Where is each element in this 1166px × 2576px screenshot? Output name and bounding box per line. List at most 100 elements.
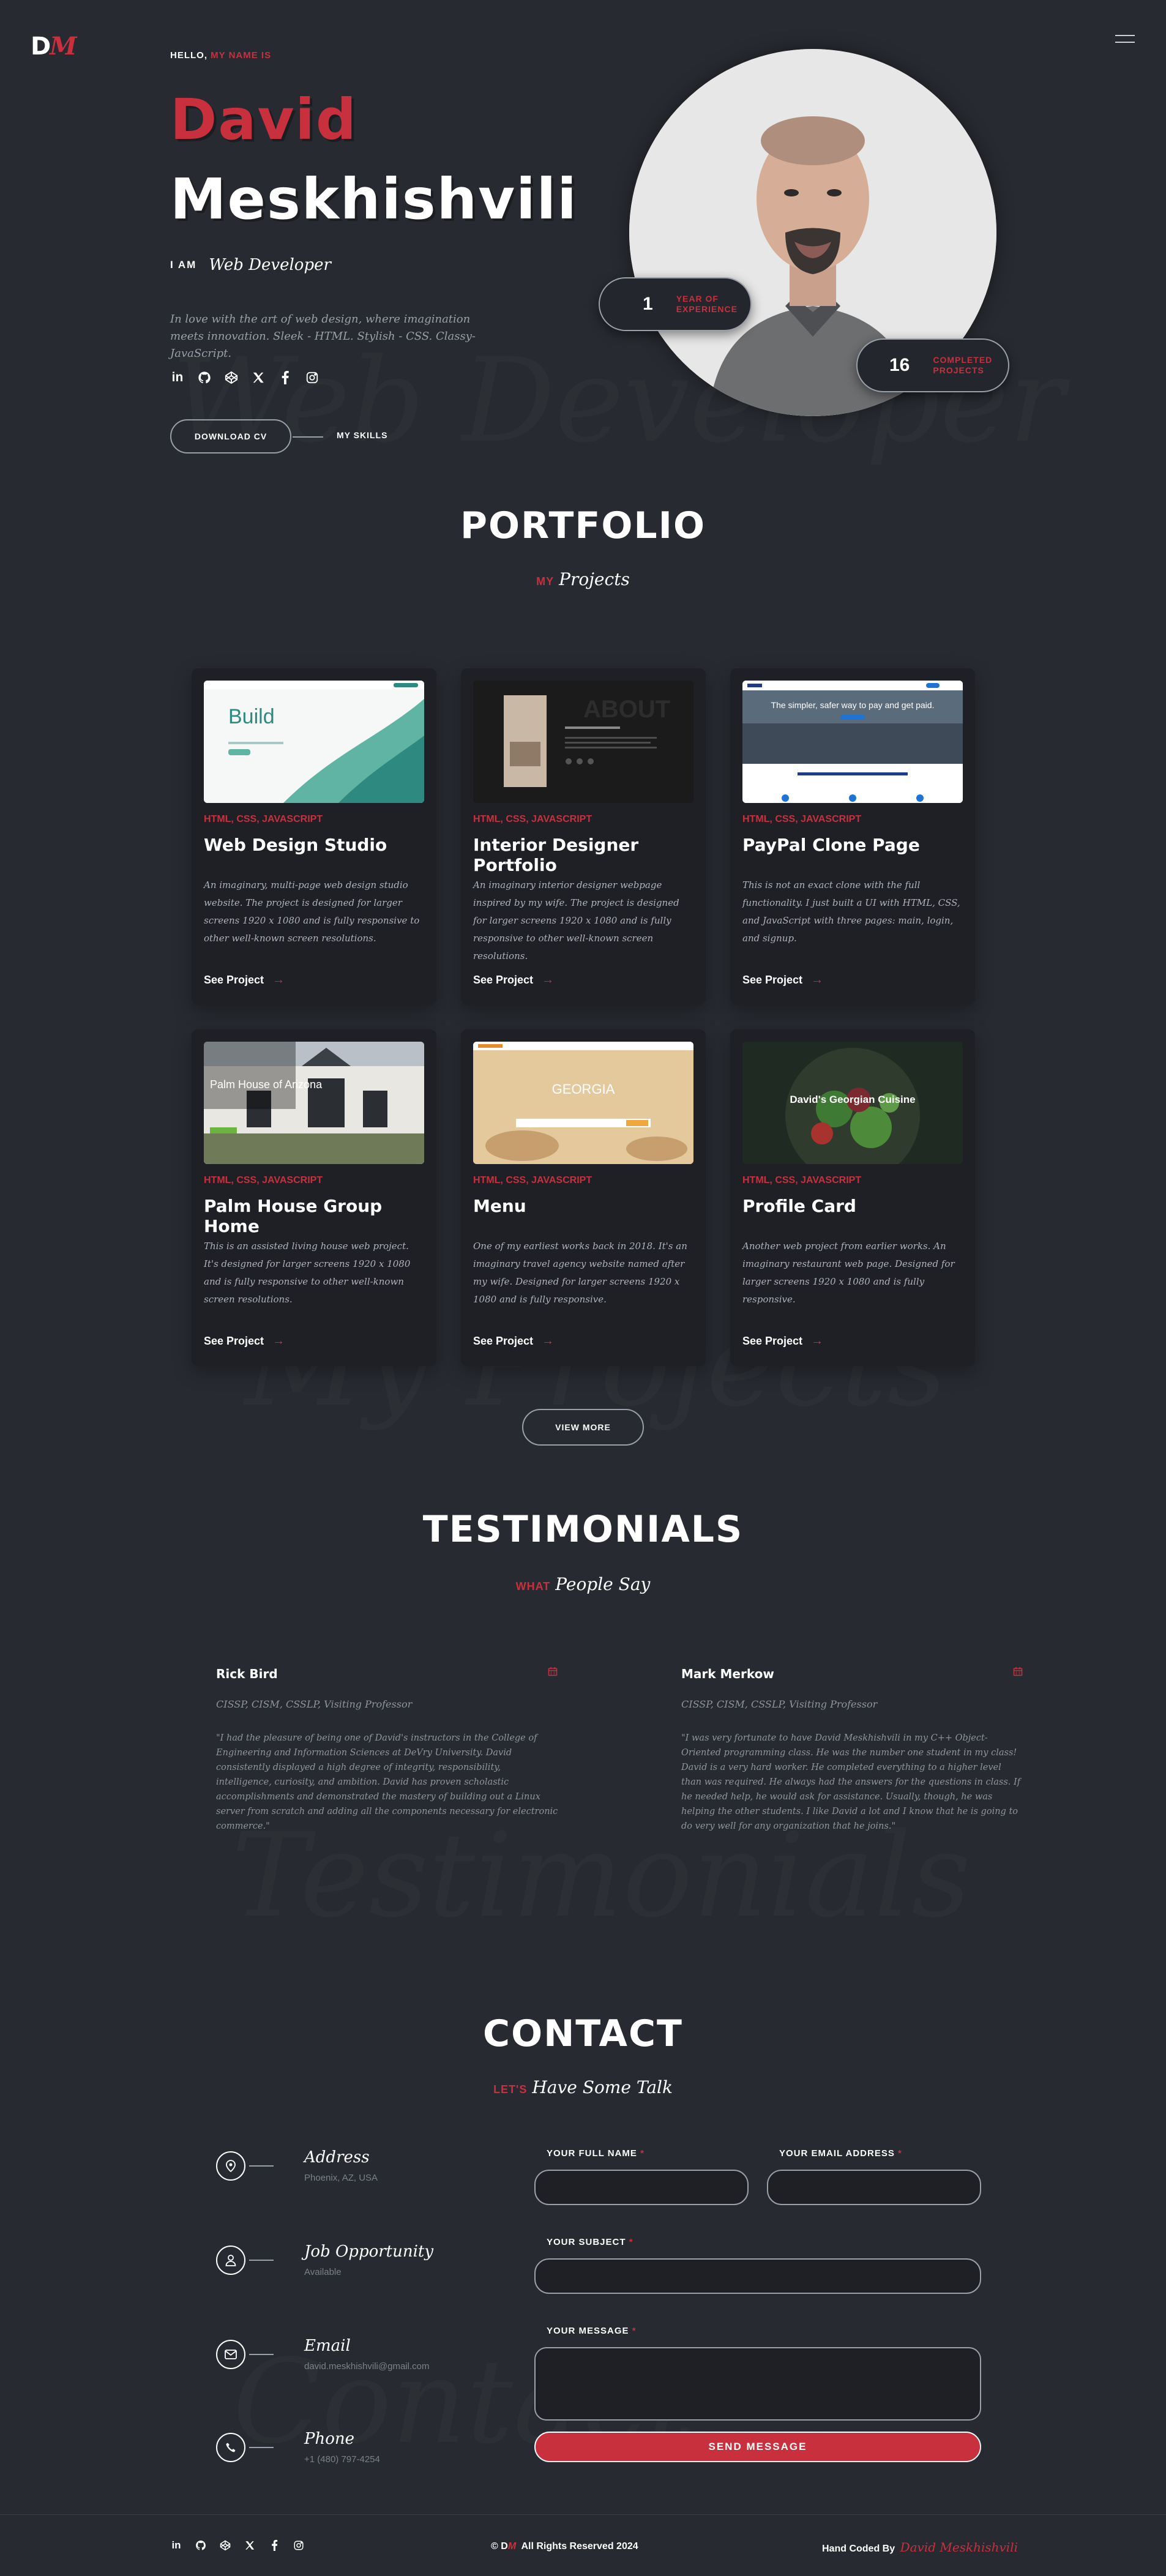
email-input[interactable] bbox=[767, 2170, 981, 2205]
arrow-right-icon: → bbox=[272, 1334, 285, 1348]
experience-label-1: YEAR OF bbox=[676, 294, 719, 304]
codepen-icon[interactable] bbox=[219, 2539, 231, 2552]
x-icon[interactable] bbox=[244, 2539, 256, 2552]
project-description: This is not an exact clone with the full… bbox=[742, 879, 960, 944]
email-label: YOUR EMAIL ADDRESS * bbox=[779, 2148, 902, 2159]
copyright: © DM All Rights Reserved 2024 bbox=[491, 2541, 638, 2552]
contact-info-value[interactable]: david.meskhishvili@gmail.com bbox=[304, 2361, 429, 2372]
project-card: David's Georgian Cuisine HTML, CSS, JAVA… bbox=[730, 1029, 975, 1366]
project-tags: HTML, CSS, JAVASCRIPT bbox=[473, 1175, 592, 1185]
thumb-text: Build bbox=[228, 705, 275, 728]
instagram-icon[interactable] bbox=[293, 2539, 305, 2552]
testimonial-name: Rick Bird bbox=[216, 1667, 278, 1681]
view-more-button[interactable]: VIEW MORE bbox=[522, 1409, 644, 1446]
contact-info-value: Available bbox=[304, 2267, 342, 2277]
hero-socials: in bbox=[170, 370, 320, 385]
logo[interactable]: DM bbox=[31, 32, 77, 61]
project-thumbnail[interactable]: Palm House of Arizona bbox=[204, 1042, 424, 1164]
see-project-link[interactable]: See Project → bbox=[473, 1334, 554, 1348]
facebook-icon[interactable] bbox=[278, 370, 293, 385]
experience-number: 1 bbox=[643, 294, 653, 314]
copyright-symbol: © bbox=[491, 2541, 498, 2552]
testimonials-sub-script: People Say bbox=[555, 1574, 651, 1594]
see-project-link[interactable]: See Project → bbox=[742, 1334, 823, 1348]
arrow-right-icon: → bbox=[811, 1334, 824, 1348]
testimonial-role: CISSP, CISM, CSSLP, Visiting Professor bbox=[216, 1698, 413, 1710]
see-project-label: See Project bbox=[204, 974, 264, 986]
see-project-link[interactable]: See Project → bbox=[473, 973, 554, 987]
full-name-input[interactable] bbox=[534, 2170, 749, 2205]
contact-info-value[interactable]: +1 (480) 797-4254 bbox=[304, 2454, 380, 2465]
contact-info-title: Address bbox=[304, 2148, 370, 2167]
testimonials-background-word: Testimonials bbox=[231, 1818, 971, 1934]
project-thumbnail[interactable]: GEORGIA bbox=[473, 1042, 693, 1164]
contact-title: CONTACT bbox=[483, 2012, 683, 2055]
required-mark: * bbox=[640, 2148, 645, 2159]
github-icon[interactable] bbox=[195, 2539, 207, 2552]
project-description: Another web project from earlier works. … bbox=[742, 1241, 955, 1305]
instagram-icon[interactable] bbox=[305, 370, 320, 385]
x-icon[interactable] bbox=[251, 370, 266, 385]
author-name[interactable]: David Meskhishvili bbox=[900, 2540, 1018, 2555]
see-project-label: See Project bbox=[742, 1335, 803, 1347]
arrow-right-icon: → bbox=[272, 973, 285, 987]
project-thumbnail[interactable]: The simpler, safer way to pay and get pa… bbox=[742, 681, 963, 803]
contact-address: Address Phoenix, AZ, USA bbox=[216, 2148, 378, 2183]
arrow-right-icon: → bbox=[811, 973, 824, 987]
phone-icon bbox=[216, 2432, 245, 2462]
thumb-text: Palm House of Arizona bbox=[210, 1078, 323, 1091]
contact-info-value: Phoenix, AZ, USA bbox=[304, 2173, 378, 2183]
thumb-text: The simpler, safer way to pay and get pa… bbox=[771, 700, 935, 710]
project-card: Build HTML, CSS, JAVASCRIPT Web Design S… bbox=[192, 668, 436, 1005]
linkedin-icon[interactable]: in bbox=[170, 370, 185, 385]
see-project-link[interactable]: See Project → bbox=[204, 1334, 285, 1348]
required-mark: * bbox=[629, 2237, 633, 2247]
required-mark: * bbox=[898, 2148, 902, 2159]
linkedin-icon[interactable]: in bbox=[170, 2539, 182, 2552]
logo-d: D bbox=[31, 32, 51, 61]
message-label: YOUR MESSAGE * bbox=[547, 2326, 637, 2336]
see-project-label: See Project bbox=[473, 1335, 534, 1347]
project-title: Web Design Studio bbox=[204, 835, 387, 855]
copyright-text: All Rights Reserved 2024 bbox=[521, 2541, 638, 2552]
send-message-button[interactable]: SEND MESSAGE bbox=[534, 2432, 981, 2462]
codepen-icon[interactable] bbox=[224, 370, 239, 385]
divider bbox=[249, 2165, 274, 2167]
calendar-icon bbox=[548, 1667, 559, 1678]
see-project-link[interactable]: See Project → bbox=[204, 973, 285, 987]
logo-m: M bbox=[50, 32, 77, 61]
project-description: An imaginary, multi-page web design stud… bbox=[204, 879, 420, 944]
first-name: David bbox=[170, 87, 357, 152]
github-icon[interactable] bbox=[197, 370, 212, 385]
project-thumbnail[interactable]: ABOUT bbox=[473, 681, 693, 803]
user-icon bbox=[216, 2245, 245, 2275]
message-label-text: YOUR MESSAGE bbox=[547, 2326, 629, 2336]
see-project-link[interactable]: See Project → bbox=[742, 973, 823, 987]
project-title: PayPal Clone Page bbox=[742, 835, 920, 855]
copyright-m: M bbox=[507, 2541, 517, 2552]
contact-sub-prefix: LET'S bbox=[493, 2083, 528, 2096]
project-description: An imaginary interior designer webpage i… bbox=[473, 879, 679, 961]
facebook-icon[interactable] bbox=[268, 2539, 280, 2552]
arrow-right-icon: → bbox=[542, 973, 555, 987]
name-label: YOUR FULL NAME * bbox=[547, 2148, 645, 2159]
projects-badge: 16 COMPLETED PROJECTS bbox=[856, 338, 1009, 392]
divider bbox=[249, 2259, 274, 2261]
thumb-text: David's Georgian Cuisine bbox=[790, 1094, 915, 1105]
testimonials-title: TESTIMONIALS bbox=[422, 1508, 744, 1551]
download-cv-button[interactable]: DOWNLOAD CV bbox=[170, 419, 291, 454]
subject-input[interactable] bbox=[534, 2258, 981, 2294]
contact-sub-script: Have Some Talk bbox=[532, 2077, 673, 2097]
project-thumbnail[interactable]: Build bbox=[204, 681, 424, 803]
testimonial-quote: "I was very fortunate to have David Mesk… bbox=[681, 1733, 1021, 1831]
message-textarea[interactable] bbox=[534, 2347, 981, 2421]
experience-badge: 1 YEAR OF EXPERIENCE bbox=[599, 277, 752, 331]
testimonial-name: Mark Merkow bbox=[681, 1667, 774, 1681]
menu-icon[interactable] bbox=[1115, 35, 1135, 45]
my-skills-link[interactable]: MY SKILLS bbox=[337, 430, 387, 440]
testimonials-sub-prefix: WHAT bbox=[515, 1580, 551, 1592]
project-card: GEORGIA HTML, CSS, JAVASCRIPT Menu One o… bbox=[461, 1029, 706, 1366]
thumb-text: GEORGIA bbox=[552, 1081, 615, 1097]
project-thumbnail[interactable]: David's Georgian Cuisine bbox=[742, 1042, 963, 1164]
see-project-label: See Project bbox=[473, 974, 534, 986]
